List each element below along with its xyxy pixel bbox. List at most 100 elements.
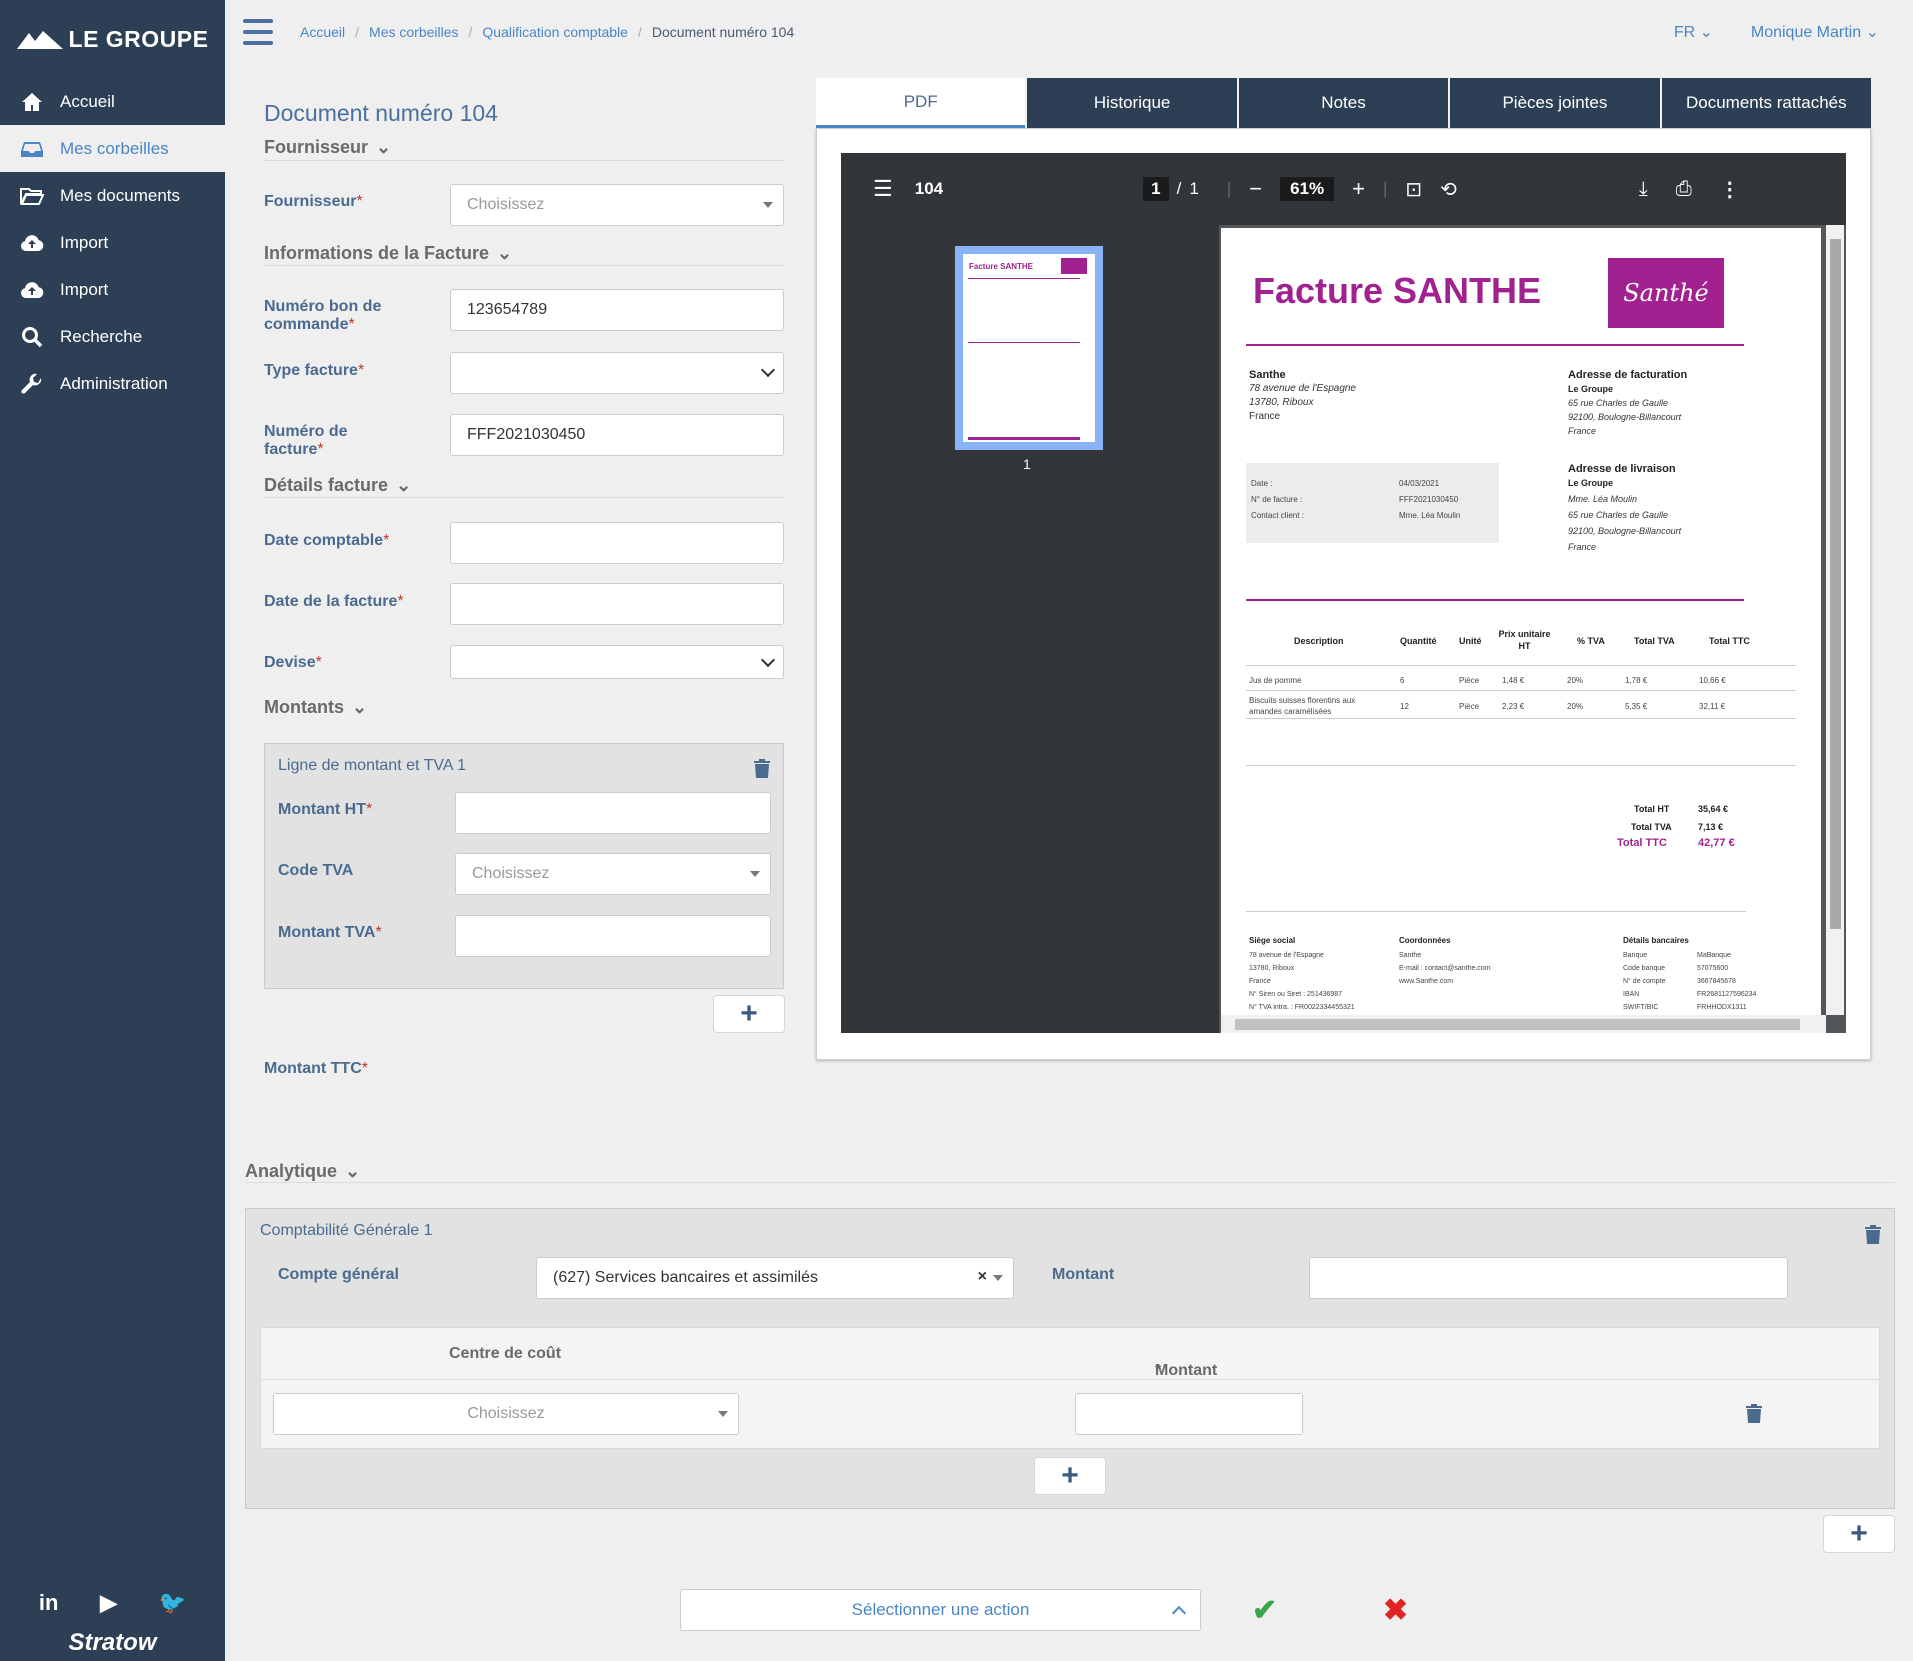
- tab-historique[interactable]: Historique: [1027, 78, 1237, 128]
- fit-page-icon[interactable]: ⊡: [1405, 177, 1422, 202]
- user-menu[interactable]: Monique Martin ⌄: [1751, 22, 1879, 42]
- home-icon: [18, 90, 46, 114]
- footer-bank-label: SWIFT/BIC: [1623, 1004, 1659, 1011]
- fournisseur-select[interactable]: Choisissez: [450, 184, 784, 226]
- brand-logo[interactable]: LE GROUPE: [0, 0, 225, 78]
- language-dropdown[interactable]: FR ⌄: [1674, 22, 1713, 42]
- row1-total: 10,66 €: [1699, 676, 1726, 685]
- table-rule: [1246, 765, 1796, 766]
- youtube-icon[interactable]: ▶: [100, 1590, 117, 1616]
- sidebar-item-recherche[interactable]: Recherche: [0, 313, 225, 360]
- cancel-button[interactable]: ✖: [1383, 1593, 1408, 1628]
- print-icon[interactable]: ⎙: [1676, 178, 1692, 201]
- sidebar-item-administration[interactable]: Administration: [0, 360, 225, 407]
- numero-facture-label: Numéro de facture*: [264, 423, 348, 458]
- tab-pdf[interactable]: PDF: [816, 78, 1026, 128]
- zoom-out-icon[interactable]: −: [1249, 176, 1262, 202]
- sidebar-item-import[interactable]: Import: [0, 219, 225, 266]
- montant-ht-input[interactable]: [455, 792, 771, 834]
- section-montants[interactable]: Montants ⌄: [264, 697, 367, 718]
- more-options-icon[interactable]: ⋮: [1720, 177, 1740, 202]
- download-icon[interactable]: ⤓: [1639, 178, 1648, 201]
- clear-icon[interactable]: ×: [978, 1268, 987, 1286]
- validate-button[interactable]: ✔: [1252, 1593, 1277, 1628]
- trash-icon[interactable]: [753, 758, 771, 778]
- footer-bank-label: Banque: [1623, 952, 1648, 959]
- footer-bank-value: FR2681127596234: [1697, 991, 1757, 998]
- total-ht-value: 35,64 €: [1698, 804, 1729, 814]
- add-cost-center-button[interactable]: +: [1034, 1457, 1106, 1495]
- footer-bank-value: 57075600: [1697, 965, 1729, 972]
- page-number-input[interactable]: 1: [1143, 177, 1169, 201]
- devise-label: Devise*: [264, 654, 322, 671]
- pdf-menu-icon[interactable]: ☰: [873, 176, 893, 202]
- sidebar-item-mes-documents[interactable]: Mes documents: [0, 172, 225, 219]
- add-amount-line-button[interactable]: +: [713, 995, 785, 1033]
- sidebar-item-accueil[interactable]: Accueil: [0, 78, 225, 125]
- page-thumbnail[interactable]: Facture SANTHE: [955, 246, 1103, 450]
- add-comptabilite-button[interactable]: +: [1823, 1515, 1895, 1553]
- footer-siege-line: 13780, Riboux: [1249, 965, 1295, 972]
- section-informations-facture[interactable]: Informations de la Facture ⌄: [264, 243, 512, 264]
- section-fournisseur[interactable]: Fournisseur ⌄: [264, 137, 391, 158]
- row2-total: 32,11 €: [1699, 702, 1726, 711]
- bon-commande-input[interactable]: 123654789: [450, 289, 784, 331]
- devise-select[interactable]: [450, 645, 784, 679]
- row2-price: 2,23 €: [1502, 702, 1525, 711]
- footer-siege-title: Siège social: [1249, 936, 1296, 945]
- date-comptable-input[interactable]: [450, 522, 784, 564]
- centre-cout-select[interactable]: Choisissez: [273, 1393, 739, 1435]
- chevron-down-icon: [760, 362, 776, 378]
- date-facture-input[interactable]: [450, 583, 784, 625]
- tab-notes[interactable]: Notes: [1238, 78, 1449, 128]
- language-value: FR: [1673, 24, 1696, 41]
- twitter-icon[interactable]: 🐦: [159, 1590, 186, 1616]
- sidebar-item-import-2[interactable]: Import: [0, 266, 225, 313]
- action-select[interactable]: Sélectionner une action: [680, 1589, 1201, 1631]
- montant-tva-input[interactable]: [455, 915, 771, 957]
- breadcrumb: Accueil / Mes corbeilles / Qualification c…: [300, 24, 795, 40]
- breadcrumb-mes-corbeilles[interactable]: Mes corbeilles: [369, 24, 458, 40]
- code-tva-select[interactable]: Choisissez: [455, 853, 771, 895]
- breadcrumb-accueil[interactable]: Accueil: [300, 24, 345, 40]
- tab-documents-rattaches[interactable]: Documents rattachés: [1661, 78, 1872, 128]
- footer-bank-label: IBAN: [1623, 991, 1640, 998]
- divider: [264, 497, 784, 498]
- pdf-vertical-scrollbar[interactable]: [1826, 225, 1844, 1015]
- menu-toggle-icon[interactable]: [243, 19, 273, 45]
- section-details-facture[interactable]: Détails facture ⌄: [264, 475, 411, 496]
- centre-cout-montant-input[interactable]: [1075, 1393, 1303, 1435]
- invoice-title: Facture SANTHE: [1253, 270, 1542, 311]
- top-bar: Accueil / Mes corbeilles / Qualification c…: [225, 0, 1913, 64]
- invoice-rule: [1246, 599, 1744, 601]
- linkedin-icon[interactable]: in: [39, 1590, 59, 1616]
- row1-description: Jus de pomme: [1249, 676, 1302, 685]
- breadcrumb-qualification[interactable]: Qualification comptable: [482, 24, 628, 40]
- table-rule: [1246, 690, 1796, 691]
- rotate-icon[interactable]: ⟲: [1440, 177, 1457, 202]
- tab-pieces-jointes[interactable]: Pièces jointes: [1450, 78, 1660, 128]
- section-analytique[interactable]: Analytique ⌄: [245, 1161, 360, 1182]
- cost-center-header: Centre de coût Montant *: [261, 1328, 1879, 1380]
- footer-siege-line: 78 avenue de l'Espagne: [1249, 952, 1324, 959]
- section-title: Fournisseur: [264, 137, 369, 157]
- pdf-horizontal-scrollbar[interactable]: [1221, 1015, 1826, 1033]
- compte-general-select[interactable]: (627) Services bancaires et assimilés ×: [536, 1257, 1014, 1299]
- zoom-level[interactable]: 61%: [1280, 177, 1335, 201]
- scrollbar-thumb[interactable]: [1830, 239, 1841, 929]
- sidebar-item-mes-corbeilles[interactable]: Mes corbeilles: [0, 125, 225, 172]
- type-facture-select[interactable]: [450, 352, 784, 394]
- total-tva-value: 7,13 €: [1698, 822, 1724, 832]
- row2-vat-total: 5,35 €: [1625, 702, 1648, 711]
- montant-input[interactable]: [1309, 1257, 1788, 1299]
- zoom-in-icon[interactable]: +: [1352, 176, 1365, 202]
- trash-icon[interactable]: [1745, 1403, 1763, 1423]
- scrollbar-thumb[interactable]: [1235, 1019, 1800, 1030]
- chevron-down-icon: ⌄: [396, 475, 412, 495]
- seller-name: Santhe: [1249, 369, 1286, 381]
- montant-tva-label: Montant TVA*: [278, 924, 382, 941]
- search-icon: [18, 325, 46, 349]
- numero-facture-input[interactable]: FFF2021030450: [450, 414, 784, 456]
- table-header: % TVA: [1577, 636, 1605, 646]
- trash-icon[interactable]: [1864, 1224, 1882, 1244]
